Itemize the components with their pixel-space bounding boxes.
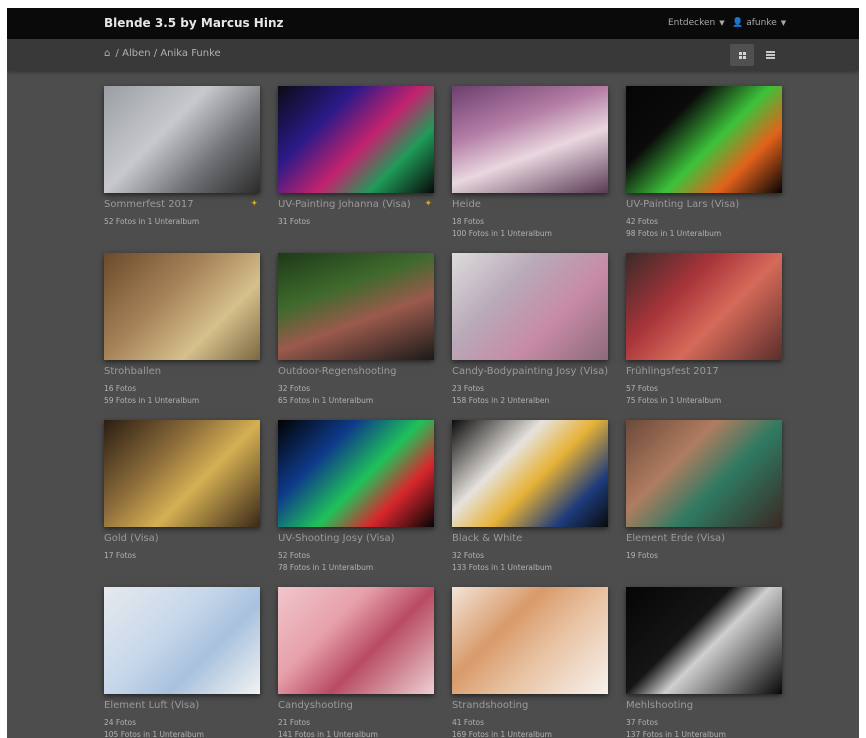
breadcrumb-bar: ⌂ / Alben / Anika Funke — [7, 39, 859, 70]
album-count: 137 Fotos in 1 Unteralbum — [626, 730, 726, 738]
grid-view-button[interactable] — [730, 44, 754, 66]
album-count: 31 Fotos — [278, 217, 310, 226]
breadcrumb-item-alben[interactable]: Alben — [122, 48, 150, 59]
album-thumbnail[interactable] — [452, 420, 608, 527]
album-count: 18 Fotos — [452, 217, 484, 226]
album-count: 19 Fotos — [626, 551, 658, 560]
breadcrumb-item-current: Anika Funke — [160, 48, 221, 59]
album-count: 59 Fotos in 1 Unteralbum — [104, 396, 200, 405]
album-count: 57 Fotos — [626, 384, 658, 393]
album-count: 41 Fotos — [452, 718, 484, 727]
album-count: 24 Fotos — [104, 718, 136, 727]
album-thumbnail[interactable] — [104, 86, 260, 193]
list-icon — [765, 51, 775, 59]
user-menu[interactable]: 👤 afunke ▼ — [732, 18, 786, 28]
album-thumbnail[interactable] — [278, 420, 434, 527]
album-thumbnail[interactable] — [452, 86, 608, 193]
album-title[interactable]: Gold (Visa) — [104, 533, 260, 544]
album-count: 158 Fotos in 2 Unteralben — [452, 396, 550, 405]
album-count: 169 Fotos in 1 Unteralbum — [452, 730, 552, 738]
home-icon[interactable]: ⌂ — [104, 48, 110, 59]
album-title[interactable]: UV-Shooting Josy (Visa) — [278, 533, 434, 544]
list-view-button[interactable] — [758, 44, 782, 66]
album-count: 23 Fotos — [452, 384, 484, 393]
album-thumbnail[interactable] — [452, 587, 608, 694]
album-count: 65 Fotos in 1 Unteralbum — [278, 396, 374, 405]
album-title[interactable]: Candy-Bodypainting Josy (Visa) — [452, 366, 608, 377]
album-count: 42 Fotos — [626, 217, 658, 226]
album-title[interactable]: Candyshooting — [278, 700, 434, 711]
album-count: 98 Fotos in 1 Unteralbum — [626, 229, 722, 238]
album-thumbnail[interactable] — [626, 420, 782, 527]
grid-icon — [738, 51, 746, 59]
album-thumbnail[interactable] — [626, 253, 782, 360]
album-count: 141 Fotos in 1 Unteralbum — [278, 730, 378, 738]
album-count: 52 Fotos in 1 Unteralbum — [104, 217, 200, 226]
album-count: 100 Fotos in 1 Unteralbum — [452, 229, 552, 238]
user-name: afunke — [746, 18, 777, 28]
album-thumbnail[interactable] — [278, 587, 434, 694]
breadcrumb: ⌂ / Alben / Anika Funke — [104, 48, 221, 59]
caret-down-icon: ▼ — [719, 19, 725, 27]
menu-entdecken[interactable]: Entdecken ▼ — [668, 18, 725, 28]
album-title[interactable]: Frühlingsfest 2017 — [626, 366, 782, 377]
album-thumbnail[interactable] — [104, 587, 260, 694]
flag-icon: ✦ — [250, 199, 258, 209]
album-title[interactable]: Heide — [452, 199, 608, 210]
album-title[interactable]: UV-Painting Johanna (Visa) — [278, 199, 434, 210]
album-title[interactable]: Element Luft (Visa) — [104, 700, 260, 711]
album-count: 32 Fotos — [452, 551, 484, 560]
album-count: 105 Fotos in 1 Unteralbum — [104, 730, 204, 738]
album-title[interactable]: Sommerfest 2017 — [104, 199, 260, 210]
album-count: 16 Fotos — [104, 384, 136, 393]
album-title[interactable]: UV-Painting Lars (Visa) — [626, 199, 782, 210]
album-count: 21 Fotos — [278, 718, 310, 727]
album-title[interactable]: Outdoor-Regenshooting — [278, 366, 434, 377]
album-title[interactable]: Mehlshooting — [626, 700, 782, 711]
album-thumbnail[interactable] — [104, 420, 260, 527]
album-count: 37 Fotos — [626, 718, 658, 727]
album-count: 52 Fotos — [278, 551, 310, 560]
breadcrumb-separator: / — [153, 48, 158, 59]
album-thumbnail[interactable] — [452, 253, 608, 360]
album-count: 133 Fotos in 1 Unteralbum — [452, 563, 552, 572]
caret-down-icon: ▼ — [780, 19, 787, 27]
brand-link[interactable]: Blende 3.5 by Marcus Hinz — [104, 16, 284, 30]
album-title[interactable]: Black & White — [452, 533, 608, 544]
album-title[interactable]: Strandshooting — [452, 700, 608, 711]
album-thumbnail[interactable] — [278, 86, 434, 193]
breadcrumb-separator: / — [115, 48, 119, 59]
album-title[interactable]: Strohballen — [104, 366, 260, 377]
flag-icon: ✦ — [424, 199, 432, 209]
album-thumbnail[interactable] — [278, 253, 434, 360]
album-count: 32 Fotos — [278, 384, 310, 393]
album-count: 75 Fotos in 1 Unteralbum — [626, 396, 722, 405]
user-icon: 👤 — [732, 18, 744, 28]
top-navbar: Blende 3.5 by Marcus Hinz Entdecken ▼ 👤 af… — [7, 8, 859, 39]
album-thumbnail[interactable] — [626, 86, 782, 193]
app-frame: Blende 3.5 by Marcus Hinz Entdecken ▼ 👤 af… — [7, 8, 859, 738]
album-count: 17 Fotos — [104, 551, 136, 560]
menu-entdecken-label: Entdecken — [668, 18, 716, 28]
album-count: 78 Fotos in 1 Unteralbum — [278, 563, 374, 572]
album-thumbnail[interactable] — [104, 253, 260, 360]
album-title[interactable]: Element Erde (Visa) — [626, 533, 782, 544]
album-thumbnail[interactable] — [626, 587, 782, 694]
